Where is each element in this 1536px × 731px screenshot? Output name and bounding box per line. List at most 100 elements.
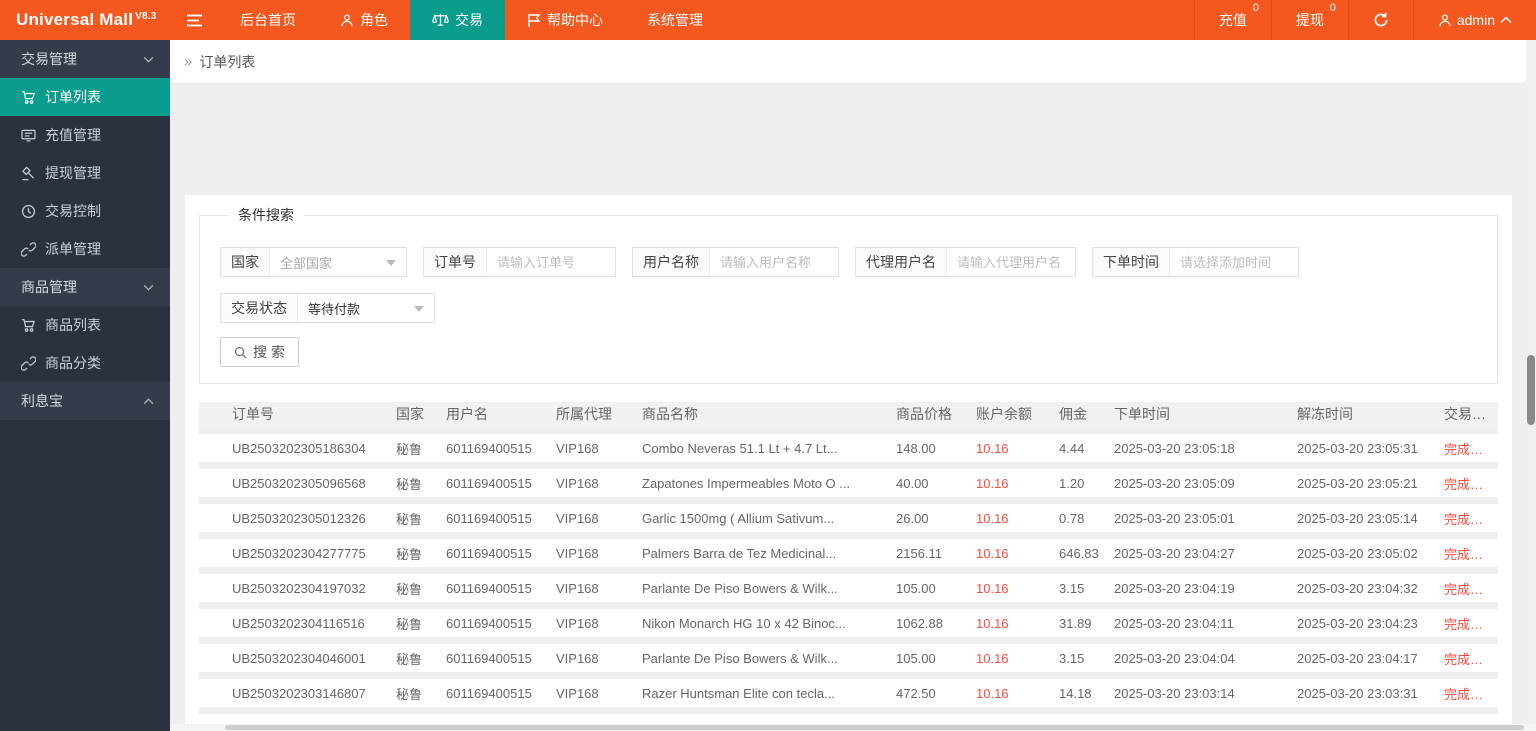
- breadcrumb-chevron-icon: »: [184, 53, 193, 70]
- table-row: UB2503202304046001 秘鲁 601169400515 VIP16…: [199, 644, 1498, 679]
- country-field-group: 国家 全部国家: [220, 247, 407, 277]
- agent-field-group: 代理用户名: [855, 247, 1076, 277]
- nav-item-dashboard[interactable]: 后台首页: [218, 0, 318, 40]
- cell-commission: 1.20: [1059, 475, 1085, 491]
- sidebar-group-product-management[interactable]: 商品管理: [0, 268, 170, 306]
- table-row: UB2503202305012326 秘鲁 601169400515 VIP16…: [199, 504, 1498, 539]
- cart-icon: [21, 90, 36, 105]
- chevron-down-icon: [143, 56, 154, 63]
- card-icon: [21, 129, 36, 142]
- sidebar-collapse-button[interactable]: [170, 0, 218, 40]
- cell-unfreeze-time: 2025-03-20 23:05:02: [1297, 545, 1418, 561]
- order-time-field-group: 下单时间: [1092, 247, 1299, 277]
- sidebar-group-trade-management[interactable]: 交易管理: [0, 40, 170, 78]
- cell-price: 1062.88: [896, 615, 943, 631]
- main-area: » 订单列表 条件搜索 国家 全部国家 订单号 请输入订单号 用户名称 请输入用…: [170, 40, 1536, 731]
- user-icon: [1438, 13, 1452, 28]
- country-select[interactable]: 全部国家: [270, 248, 406, 276]
- nav-label: 系统管理: [647, 12, 703, 28]
- hamburger-menu-icon: [186, 13, 203, 28]
- control-clock-icon: [21, 204, 36, 219]
- withdraw-badge: 0: [1329, 2, 1336, 14]
- sidebar-item-product-category[interactable]: 商品分类: [0, 344, 170, 382]
- cell-balance: 10.16: [976, 650, 1009, 666]
- cell-product: Garlic 1500mg ( Allium Sativum...: [642, 510, 835, 526]
- recharge-button[interactable]: 充值 0: [1193, 0, 1271, 40]
- table-row: UB2503202304197032 秘鲁 601169400515 VIP16…: [199, 574, 1498, 609]
- cell-country: 秘鲁: [396, 686, 423, 702]
- recharge-badge: 0: [1252, 2, 1259, 14]
- cell-order-time: 2025-03-20 23:03:14: [1114, 685, 1235, 701]
- agent-input[interactable]: [947, 248, 1075, 276]
- user-menu[interactable]: admin: [1412, 0, 1536, 40]
- cell-commission: 0.78: [1059, 510, 1085, 526]
- withdraw-button[interactable]: 提现 0: [1270, 0, 1348, 40]
- search-panel-title: 条件搜索: [238, 207, 294, 223]
- sidebar-item-withdraw-management[interactable]: 提现管理: [0, 154, 170, 192]
- caret-down-icon: [386, 260, 396, 266]
- sidebar-group-interest-treasure[interactable]: 利息宝: [0, 382, 170, 420]
- nav-item-help-center[interactable]: 帮助中心: [505, 0, 625, 40]
- sidebar-item-product-list[interactable]: 商品列表: [0, 306, 170, 344]
- cell-country: 秘鲁: [396, 616, 423, 632]
- refresh-button[interactable]: [1347, 0, 1413, 40]
- cell-country: 秘鲁: [396, 546, 423, 562]
- cell-country: 秘鲁: [396, 651, 423, 667]
- nav-item-system[interactable]: 系统管理: [625, 0, 725, 40]
- brand-version: V8.3: [135, 10, 157, 22]
- username-input[interactable]: [710, 248, 838, 276]
- cell-order-time: 2025-03-20 23:05:18: [1114, 440, 1235, 456]
- search-icon: [234, 346, 247, 359]
- cell-order-time: 2025-03-20 23:04:04: [1114, 650, 1235, 666]
- sidebar-item-trade-control[interactable]: 交易控制: [0, 192, 170, 230]
- nav-item-roles[interactable]: 角色: [318, 0, 410, 40]
- status-select[interactable]: 等待付款: [298, 294, 434, 322]
- cell-balance: 10.16: [976, 475, 1009, 491]
- cell-order-no: UB2503202303146807: [232, 685, 366, 701]
- nav-item-trade[interactable]: 交易: [410, 0, 505, 40]
- order-no-input[interactable]: [487, 248, 615, 276]
- sidebar-item-label: 充值管理: [45, 127, 101, 143]
- sidebar-group-label: 利息宝: [21, 393, 63, 409]
- cell-order-no: UB2503202304277775: [232, 545, 366, 561]
- cell-status-badge: 完成付款: [1444, 476, 1497, 492]
- cell-price: 105.00: [896, 650, 936, 666]
- cell-unfreeze-time: 2025-03-20 23:05:14: [1297, 510, 1418, 526]
- cell-price: 148.00: [896, 440, 936, 456]
- breadcrumb: » 订单列表: [170, 40, 1526, 84]
- sidebar-item-order-list[interactable]: 订单列表: [0, 78, 170, 116]
- cell-country: 秘鲁: [396, 476, 423, 492]
- cell-commission: 3.15: [1059, 580, 1085, 596]
- cell-username: 601169400515: [446, 580, 532, 596]
- cell-agent: VIP168: [556, 475, 599, 491]
- col-header-price: 商品价格: [896, 406, 952, 422]
- cell-order-time: 2025-03-20 23:04:11: [1114, 615, 1234, 631]
- cell-username: 601169400515: [446, 510, 532, 526]
- cell-commission: 4.44: [1059, 440, 1085, 456]
- horizontal-scrollbar-thumb[interactable]: [225, 725, 1524, 730]
- cell-username: 601169400515: [446, 440, 532, 456]
- search-panel: 条件搜索 国家 全部国家 订单号 用户名称: [199, 205, 1498, 384]
- brand-name: Universal Mall: [16, 10, 134, 29]
- cell-unfreeze-time: 2025-03-20 23:05:31: [1297, 440, 1418, 456]
- order-time-input[interactable]: [1170, 248, 1298, 276]
- cell-price: 40.00: [896, 475, 929, 491]
- table-row: UB2503202305096568 秘鲁 601169400515 VIP16…: [199, 469, 1498, 504]
- cell-unfreeze-time: 2025-03-20 23:04:17: [1297, 650, 1418, 666]
- sidebar-item-recharge-management[interactable]: 充值管理: [0, 116, 170, 154]
- cell-product: Palmers Barra de Tez Medicinal...: [642, 545, 837, 561]
- brand-logo[interactable]: Universal Mall V8.3: [0, 0, 170, 40]
- vertical-scrollbar-thumb[interactable]: [1527, 355, 1535, 425]
- table-body: UB2503202305186304 秘鲁 601169400515 VIP16…: [199, 434, 1498, 714]
- sidebar-item-dispatch-management[interactable]: 派单管理: [0, 230, 170, 268]
- cell-status-badge: 完成付款: [1444, 686, 1497, 702]
- cell-status-badge: 完成付款: [1444, 616, 1497, 632]
- table-row: UB2503202303146807 秘鲁 601169400515 VIP16…: [199, 679, 1498, 714]
- search-button[interactable]: 搜 索: [220, 337, 299, 367]
- cell-agent: VIP168: [556, 440, 599, 456]
- col-header-balance: 账户余额: [976, 406, 1032, 422]
- cell-country: 秘鲁: [396, 441, 423, 457]
- cell-price: 2156.11: [896, 545, 943, 561]
- cell-order-no: UB2503202304197032: [232, 580, 366, 596]
- cell-order-time: 2025-03-20 23:04:27: [1114, 545, 1235, 561]
